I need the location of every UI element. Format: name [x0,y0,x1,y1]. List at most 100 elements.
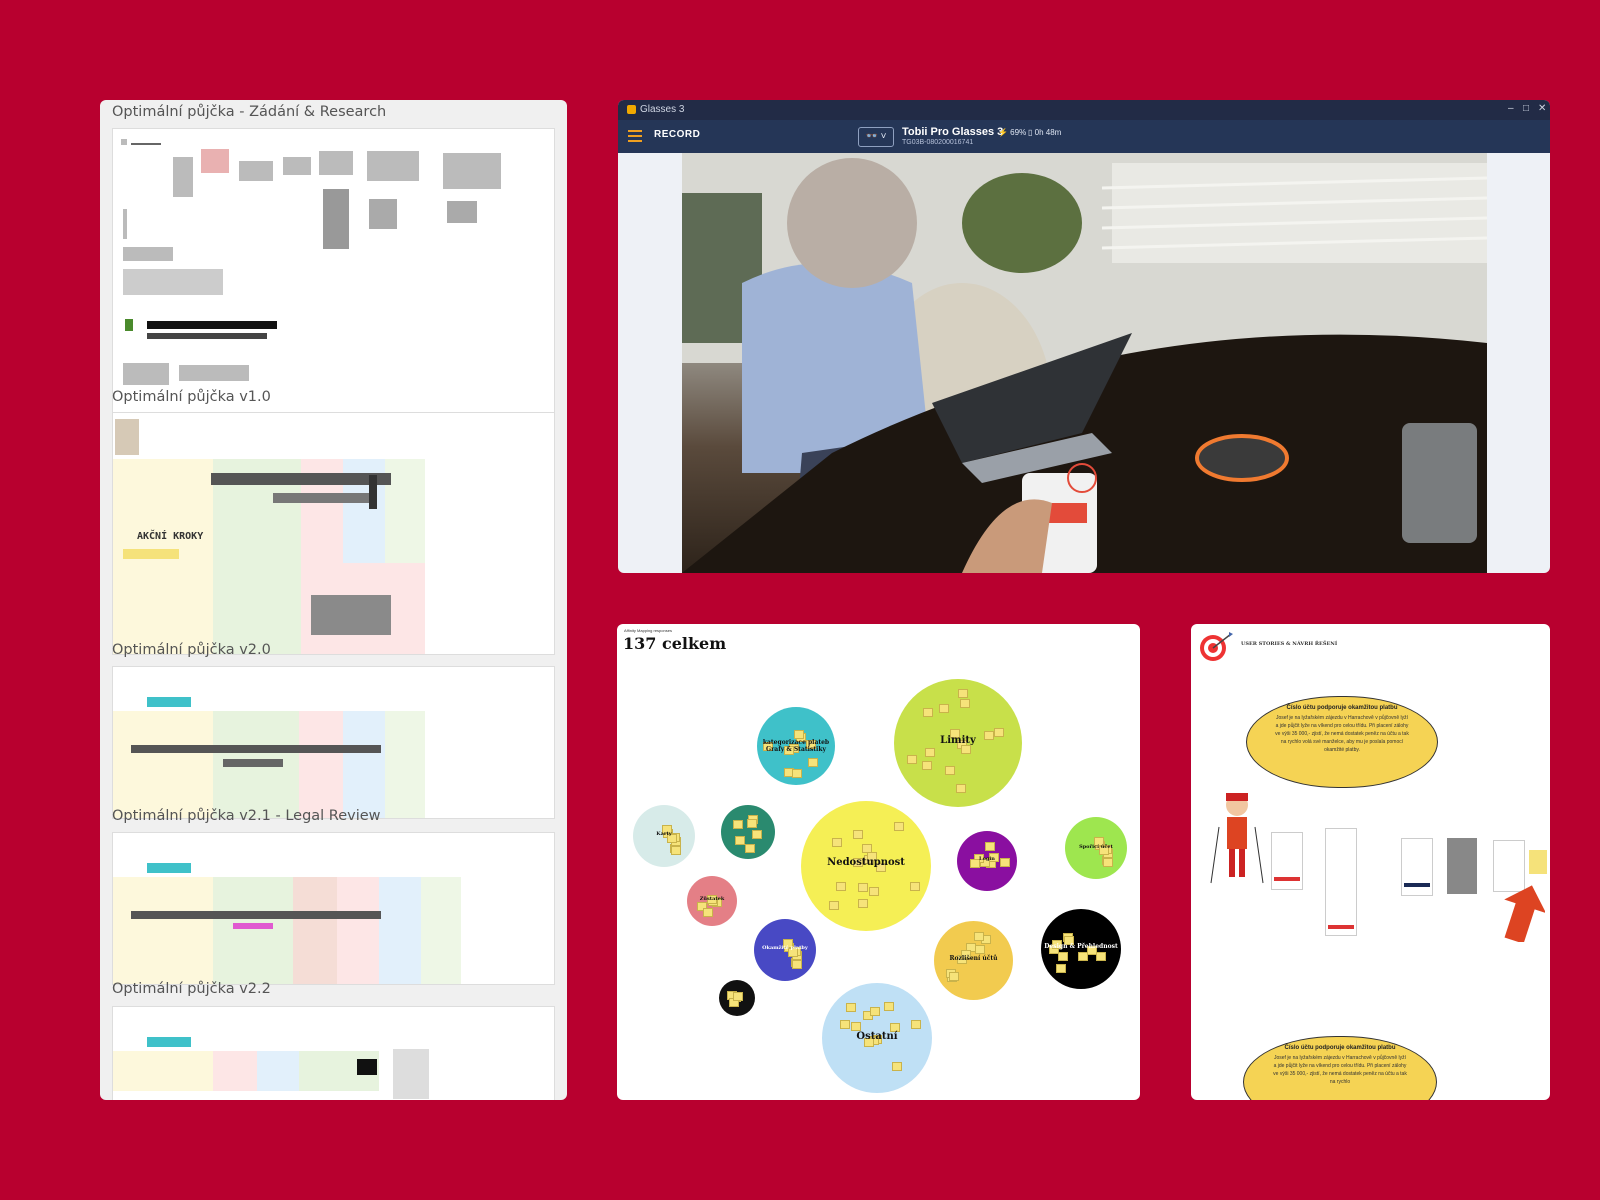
affinity-map-board: Affinity Mapping responses 137 celkem Li… [617,624,1140,1100]
affinity-subtitle: Affinity Mapping responses [624,628,672,633]
sticky-note [858,899,869,909]
board-title-research: Optimální půjčka - Zádání & Research [112,104,387,120]
sticky-note [955,784,966,794]
sticky-note [846,1003,857,1013]
cluster-karty[interactable]: Karty [633,805,695,867]
sticky-note [734,835,745,845]
sticky-note [961,745,972,755]
sticky-note [958,689,969,699]
boards-panel: Optimální půjčka - Zádání & Research Opt… [100,100,567,1100]
board-thumbnail-v1[interactable]: AKČNÍ KROKY [112,412,555,655]
sticky-note [893,822,904,832]
user-stories-board: USER STORIES & NÁVRH ŘEŠENÍ Číslo účtu p… [1191,624,1550,1100]
cluster-limity[interactable]: Limity [894,679,1022,807]
cluster-design-prehlednost[interactable]: Design & Přehlednost [1041,909,1121,989]
sticky-note [985,842,996,852]
akcni-kroky-label: AKČNÍ KROKY [137,531,204,542]
sticky-note [744,843,755,853]
sticky-note [746,819,757,829]
cluster-kategorizace[interactable]: kategorizace plateb Grafy & Statistiky [757,707,835,785]
board-thumbnail-v2[interactable] [112,666,555,819]
device-serial: TG03B-080200016741 [902,139,974,146]
sticky-note [973,932,984,942]
maximize-button[interactable]: □ [1523,103,1529,114]
story-heading: Číslo účtu podporuje okamžitou platbu [1286,705,1398,711]
story-text: Josef je na lyžařském zájezdu v Harracho… [1273,1055,1407,1085]
sticky-note [945,766,956,776]
sticky-note [884,1001,895,1011]
sticky-note [960,698,971,708]
board-title-v2-2: Optimální půjčka v2.2 [112,981,271,997]
window-titlebar: Glasses 3 – □ ✕ [618,100,1550,120]
sticky-note [670,846,681,856]
hamburger-menu-icon[interactable] [628,130,642,142]
sticky-note [1058,952,1069,962]
cluster-label: Design & Přehlednost [1044,943,1118,950]
board-title-v1: Optimální půjčka v1.0 [112,389,271,405]
device-name: Tobii Pro Glasses 3 [902,126,1004,138]
sticky-note [892,1062,903,1072]
eye-tracking-video-feed [682,153,1487,573]
cluster-nedostupnost[interactable]: Nedostupnost [801,801,931,931]
record-label[interactable]: RECORD [654,129,700,140]
cluster-rozliseni-uctu[interactable]: Rozlišení účtů [934,921,1013,1000]
sticky-note [733,992,744,1002]
battery-status: ⚡ 69% [998,128,1027,137]
cluster-okamzite-platby[interactable]: Okamžité platby [754,919,816,981]
cluster-label: Spořicí účet [1079,844,1113,850]
minimize-button[interactable]: – [1508,103,1514,114]
sticky-note [851,1021,862,1031]
cluster-ostatni[interactable]: Ostatní [822,983,932,1093]
close-button[interactable]: ✕ [1538,103,1546,114]
sticky-note [829,900,840,910]
sticky-note [909,882,920,892]
sticky-note [1055,963,1066,973]
cluster-sporici-ucet[interactable]: Spořicí účet [1065,817,1127,879]
board-thumbnail-v2-2[interactable] [112,1006,555,1100]
cluster-label: Zůstatek [699,896,725,902]
sticky-note [858,882,869,892]
cluster-zustatek[interactable]: Zůstatek [687,876,737,926]
story-heading: Číslo účtu podporuje okamžitou platbu [1284,1045,1396,1051]
affinity-total-title: 137 celkem [623,634,727,653]
cluster-login[interactable]: Login [957,831,1017,891]
cluster-label: Ostatní [856,1031,898,1042]
sticky-note [1529,850,1547,874]
story-text: Josef je na lyžařském zájezdu v Harracho… [1275,715,1409,753]
cluster-label: kategorizace plateb Grafy & Statistiky [762,739,830,753]
sticky-note [948,972,959,982]
sticky-note [1096,952,1107,962]
sticky-note [840,1019,851,1029]
sticky-note [906,755,917,765]
sticky-note [791,960,802,970]
cluster-unlabeled-green[interactable] [721,805,775,859]
cluster-label: Limity [940,735,976,746]
sticky-note [974,944,985,954]
cluster-label: Rozlišení účtů [949,955,998,962]
device-select-button[interactable]: 👓 ˅ [858,127,894,147]
skier-illustration [1210,793,1264,884]
arrow-up-icon [1504,885,1545,942]
board-title-v2-1: Optimální půjčka v2.1 - Legal Review [112,808,381,824]
screen-mockup-2 [1325,828,1357,936]
screen-mockup-3 [1401,838,1433,896]
target-icon [1200,632,1233,661]
sticky-note [752,829,763,839]
user-story-cloud-2: Číslo účtu podporuje okamžitou platbu Jo… [1243,1036,1437,1100]
sticky-note [793,729,804,739]
board-thumbnail-v2-1[interactable] [112,832,555,985]
sticky-note [870,1006,880,1016]
sticky-note [868,886,879,896]
sticky-note [836,881,847,891]
sticky-note [911,1019,922,1029]
cluster-label: Okamžité platby [762,945,808,951]
glasses-toolbar: RECORD 👓 ˅ Tobii Pro Glasses 3 TG03B-080… [618,120,1550,153]
sticky-note [939,703,950,713]
sticky-note [808,757,819,767]
cluster-unlabeled-black[interactable] [719,980,755,1016]
screen-mockup-1 [1271,832,1303,890]
sticky-note [852,830,863,840]
sticky-note [702,907,713,917]
screen-mockup-4 [1447,838,1477,894]
sticky-note [832,837,843,847]
